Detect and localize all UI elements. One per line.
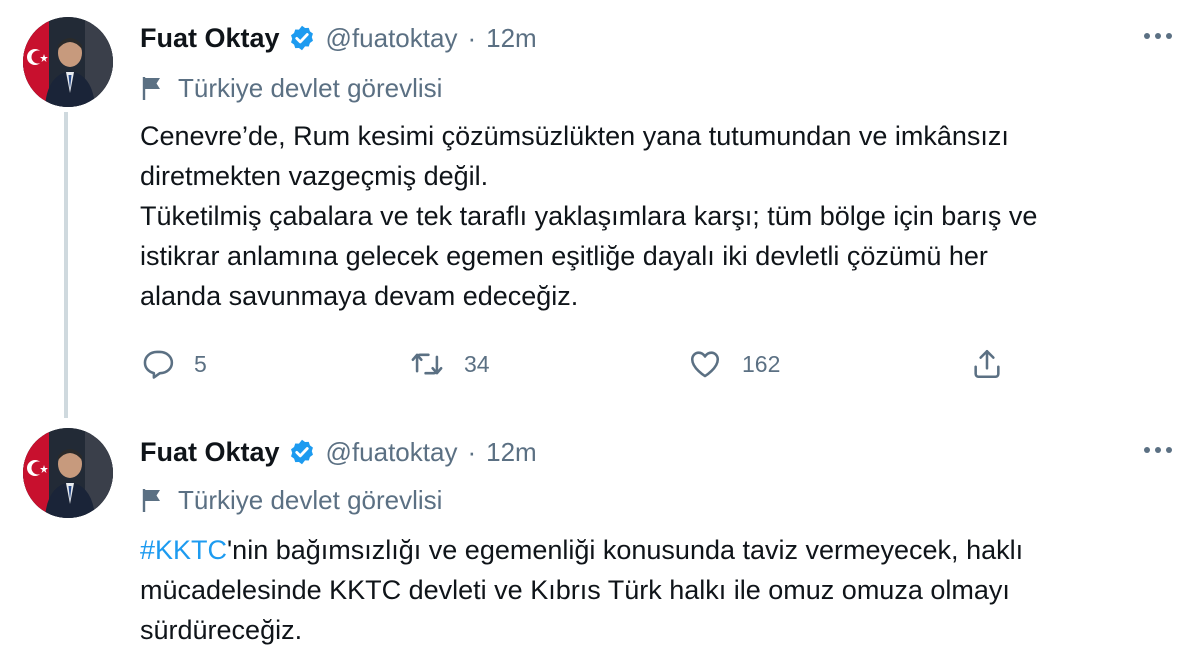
tweet-header: Fuat Oktay @fuatoktay · 12m [140, 16, 537, 60]
more-options-icon[interactable] [1138, 436, 1178, 464]
separator-dot: · [467, 436, 477, 467]
account-label: Türkiye devlet görevlisi [140, 70, 442, 106]
avatar-image [23, 17, 113, 107]
avatar[interactable] [23, 17, 113, 107]
author-handle[interactable]: @fuatoktay [326, 437, 458, 468]
tweet-text-segment: 'nin bağımsızlığı ve egemenliği konusund… [227, 535, 1024, 565]
like-button[interactable]: 162 [688, 344, 780, 384]
flag-icon [142, 489, 160, 512]
timestamp[interactable]: 12m [486, 23, 537, 54]
reply-button[interactable]: 5 [140, 344, 207, 384]
avatar-image [23, 428, 113, 518]
retweet-icon [411, 353, 443, 375]
tweet-text-line: mücadelesinde KKTC devleti ve Kıbrıs Tür… [140, 575, 1010, 605]
tweet-text-line: Tüketilmiş çabalara ve tek taraflı yakla… [140, 201, 1038, 231]
verified-badge-icon [290, 439, 313, 465]
separator-dot: · [467, 22, 477, 53]
thread-connector-line [64, 112, 68, 418]
share-icon [974, 349, 1000, 379]
share-button[interactable] [970, 344, 1004, 384]
flag-icon [142, 77, 160, 100]
hashtag-link[interactable]: #KKTC [140, 535, 227, 565]
author-name[interactable]: Fuat Oktay [140, 437, 280, 468]
tweet-text-line: #KKTC'nin bağımsızlığı ve egemenliği kon… [140, 530, 1160, 570]
like-icon [690, 351, 720, 378]
retweet-button[interactable]: 34 [410, 344, 490, 384]
more-options-icon[interactable] [1138, 22, 1178, 50]
retweet-count: 34 [464, 350, 490, 377]
account-label-text: Türkiye devlet görevlisi [178, 72, 443, 103]
reply-count: 5 [194, 350, 207, 377]
account-label-text: Türkiye devlet görevlisi [178, 484, 443, 515]
tweet-actions: 5 34 162 [140, 344, 1020, 384]
author-name[interactable]: Fuat Oktay [140, 23, 280, 54]
reply-icon [143, 350, 174, 379]
tweet[interactable]: Fuat Oktay @fuatoktay · 12m Türkiye devl… [0, 0, 1200, 418]
tweet-text-line: sürdüreceğiz. [140, 615, 303, 645]
tweet-text: #KKTC'nin bağımsızlığı ve egemenliği kon… [140, 530, 1160, 650]
verified-badge-icon [290, 25, 313, 51]
timestamp[interactable]: 12m [486, 437, 537, 468]
author-handle[interactable]: @fuatoktay [326, 23, 458, 54]
account-label: Türkiye devlet görevlisi [140, 482, 442, 518]
tweet-text: Cenevre’de, Rum kesimi çözümsüzlükten ya… [140, 116, 1160, 316]
like-count: 162 [742, 350, 781, 377]
tweet-header: Fuat Oktay @fuatoktay · 12m [140, 430, 537, 474]
avatar[interactable] [23, 428, 113, 518]
tweet-text-line: alanda savunmaya devam edeceğiz. [140, 281, 579, 311]
tweet-text-line: istikrar anlamına gelecek egemen eşitliğ… [140, 241, 988, 271]
tweet-text-line: Cenevre’de, Rum kesimi çözümsüzlükten ya… [140, 121, 1009, 151]
tweet-text-line: diretmekten vazgeçmiş değil. [140, 161, 489, 191]
